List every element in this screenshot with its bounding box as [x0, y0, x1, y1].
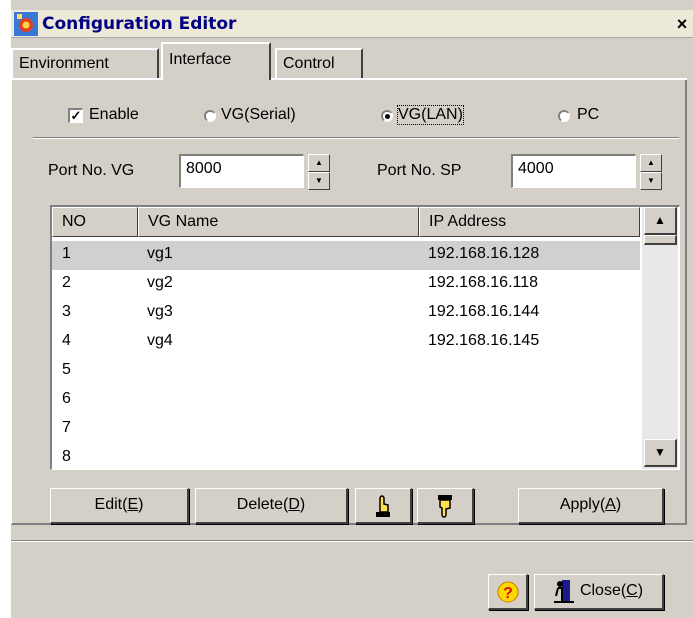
cell-vg-name: vg1	[147, 245, 173, 262]
cell-no: 3	[62, 303, 71, 320]
radio-pc[interactable]	[558, 110, 570, 122]
close-button-label: Close(	[579, 582, 627, 599]
cell-vg-name: vg2	[147, 274, 173, 291]
edit-button-label: Edit(	[94, 496, 128, 513]
table-row[interactable]: 2 vg2 192.168.16.118	[52, 270, 640, 299]
settings-divider	[33, 137, 679, 139]
hand-down-icon	[438, 495, 452, 518]
port-sp-down-icon[interactable]: ▼	[640, 172, 662, 190]
scroll-down-icon[interactable]: ▼	[644, 439, 677, 467]
help-button[interactable]: ?	[488, 574, 528, 610]
delete-button-paren: )	[299, 496, 306, 513]
close-button-key: C	[626, 582, 638, 599]
cell-no: 7	[62, 419, 71, 436]
list-rows: 1 vg1 192.168.16.128 2 vg2 192.168.16.11…	[52, 241, 640, 469]
footer-divider	[11, 540, 693, 542]
radio-pc-label: PC	[577, 106, 600, 123]
port-vg-up-icon[interactable]: ▲	[308, 154, 330, 172]
enable-label: Enable	[89, 106, 139, 123]
vg-list[interactable]: NO VG Name IP Address 1 vg1 192.168.16.1…	[50, 205, 680, 470]
table-row[interactable]: 4 vg4 192.168.16.145	[52, 328, 640, 357]
scroll-thumb[interactable]	[644, 235, 677, 245]
enable-checkbox[interactable]: ✓	[68, 108, 83, 123]
edit-button[interactable]: Edit(E)	[50, 488, 189, 524]
cell-vg-name: vg3	[147, 303, 173, 320]
move-down-button[interactable]	[417, 488, 474, 524]
window-title: Configuration Editor	[42, 14, 237, 34]
app-icon	[14, 12, 38, 36]
cell-no: 8	[62, 448, 71, 465]
table-row[interactable]: 6	[52, 386, 640, 415]
table-row[interactable]: 5	[52, 357, 640, 386]
radio-vg-serial-label: VG(Serial)	[221, 106, 296, 123]
apply-button-key: A	[605, 496, 616, 513]
cell-no: 6	[62, 390, 71, 407]
delete-button-key: D	[288, 496, 300, 513]
port-vg-stepper[interactable]: ▲ ▼	[308, 154, 330, 190]
edit-button-key: E	[127, 496, 139, 513]
move-up-button[interactable]	[355, 488, 412, 524]
cell-ip-address: 192.168.16.118	[428, 274, 539, 291]
tab-interface[interactable]: Interface	[161, 42, 271, 80]
close-button-paren: )	[637, 582, 644, 599]
radio-vg-lan[interactable]	[381, 110, 393, 122]
column-header-no[interactable]: NO	[52, 207, 138, 237]
apply-button[interactable]: Apply(A)	[518, 488, 664, 524]
table-row[interactable]: 3 vg3 192.168.16.144	[52, 299, 640, 328]
cell-ip-address: 192.168.16.145	[428, 332, 540, 349]
port-sp-stepper[interactable]: ▲ ▼	[640, 154, 662, 190]
list-header: NO VG Name IP Address	[52, 207, 640, 237]
port-sp-up-icon[interactable]: ▲	[640, 154, 662, 172]
apply-button-label: Apply(	[559, 496, 606, 513]
radio-vg-serial[interactable]	[204, 110, 216, 122]
edit-button-paren: )	[138, 496, 144, 513]
scroll-up-icon[interactable]: ▲	[644, 207, 677, 235]
table-row[interactable]: 1 vg1 192.168.16.128	[52, 241, 640, 270]
table-row[interactable]: 7	[52, 415, 640, 444]
cell-no: 4	[62, 332, 71, 349]
cell-no: 5	[62, 361, 71, 378]
configuration-editor-window: Configuration Editor × Environment Inter…	[10, 0, 693, 618]
apply-button-paren: )	[615, 496, 622, 513]
cell-ip-address: 192.168.16.144	[428, 303, 540, 320]
radio-vg-lan-label: VG(LAN)	[397, 105, 464, 125]
cell-no: 2	[62, 274, 71, 291]
close-window-button[interactable]: ×	[672, 14, 692, 34]
tab-environment[interactable]: Environment	[11, 48, 159, 78]
tab-control[interactable]: Control	[275, 48, 363, 78]
table-row[interactable]: 8	[52, 444, 640, 469]
svg-text:?: ?	[503, 585, 513, 602]
cell-ip-address: 192.168.16.128	[428, 245, 540, 262]
list-scrollbar[interactable]: ▲ ▼	[642, 207, 678, 469]
cell-no: 1	[62, 245, 71, 262]
port-vg-down-icon[interactable]: ▼	[308, 172, 330, 190]
delete-button-label: Delete(	[236, 496, 289, 513]
hand-up-icon	[376, 495, 390, 517]
help-icon: ?	[497, 581, 518, 603]
port-sp-label: Port No. SP	[377, 162, 462, 179]
close-button[interactable]: Close(C)	[534, 574, 664, 610]
port-sp-input[interactable]: 4000	[511, 154, 636, 188]
port-vg-input[interactable]: 8000	[179, 154, 304, 188]
delete-button[interactable]: Delete(D)	[195, 488, 348, 524]
cell-vg-name: vg4	[147, 332, 173, 349]
port-vg-label: Port No. VG	[48, 162, 135, 179]
column-header-vg-name[interactable]: VG Name	[138, 207, 419, 237]
column-header-ip-address[interactable]: IP Address	[419, 207, 640, 237]
title-bar: Configuration Editor ×	[11, 10, 693, 38]
exit-door-icon	[553, 579, 574, 603]
